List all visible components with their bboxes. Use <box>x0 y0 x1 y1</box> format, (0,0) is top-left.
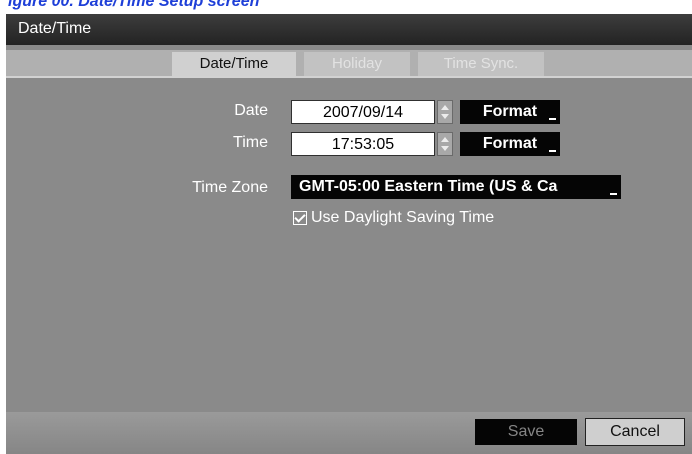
time-zone-label: Time Zone <box>192 179 268 196</box>
arrow-up-icon[interactable] <box>441 105 449 110</box>
arrow-down-icon[interactable] <box>441 146 449 151</box>
time-zone-value: GMT-05:00 Eastern Time (US & Ca <box>299 178 558 195</box>
date-format-button[interactable]: Format <box>460 100 560 124</box>
tab-time-sync[interactable]: Time Sync. <box>418 52 544 76</box>
dropdown-icon <box>549 150 556 152</box>
dropdown-icon <box>549 118 556 120</box>
time-zone-select[interactable]: GMT-05:00 Eastern Time (US & Ca <box>291 175 621 199</box>
check-icon <box>294 211 306 223</box>
dst-label: Use Daylight Saving Time <box>311 209 495 226</box>
date-stepper[interactable] <box>437 100 453 124</box>
window-title-bar: Date/Time <box>6 14 692 45</box>
setup-screen: Date/Time Date/Time Holiday Time Sync. D… <box>6 14 692 454</box>
date-field[interactable]: 2007/09/14 <box>291 100 435 124</box>
tab-holiday[interactable]: Holiday <box>304 52 410 76</box>
cancel-button[interactable]: Cancel <box>585 418 685 446</box>
time-stepper[interactable] <box>437 132 453 156</box>
figure-caption-text: igure 00. Date/Time Setup screen <box>8 0 260 10</box>
window-title: Date/Time <box>18 20 92 37</box>
figure-caption: igure 00. Date/Time Setup screen <box>0 0 692 14</box>
tab-date-time[interactable]: Date/Time <box>172 52 296 76</box>
arrow-down-icon[interactable] <box>441 114 449 119</box>
date-format-label: Format <box>482 103 538 120</box>
time-field[interactable]: 17:53:05 <box>291 132 435 156</box>
dst-checkbox[interactable] <box>293 211 307 225</box>
save-button[interactable]: Save <box>475 419 577 445</box>
date-label: Date <box>234 102 268 119</box>
dropdown-icon <box>610 193 617 195</box>
time-format-label: Format <box>482 135 538 152</box>
time-format-button[interactable]: Format <box>460 132 560 156</box>
time-label: Time <box>233 134 268 151</box>
arrow-up-icon[interactable] <box>441 137 449 142</box>
tab-strip: Date/Time Holiday Time Sync. <box>6 50 692 78</box>
